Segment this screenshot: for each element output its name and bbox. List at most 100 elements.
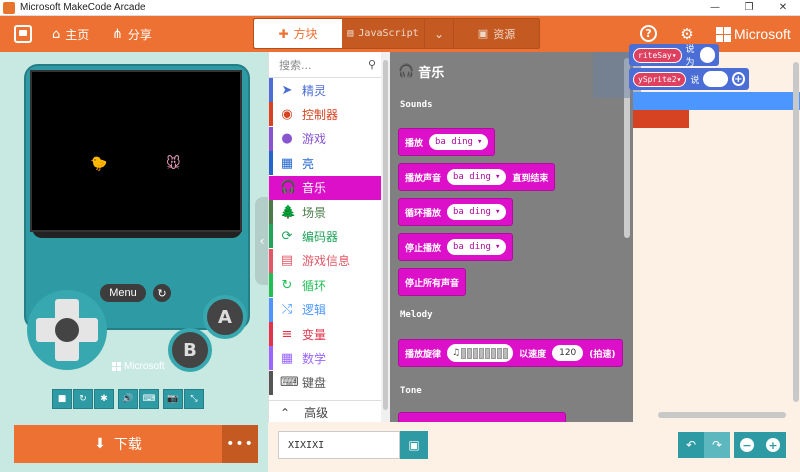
sound-dropdown[interactable]: ba ding ▾ bbox=[429, 134, 489, 150]
sound-dropdown[interactable]: ba ding ▾ bbox=[447, 204, 507, 220]
toolbox-category[interactable]: ⟳ 编码器 bbox=[269, 224, 382, 249]
share-label: 分享 bbox=[127, 27, 152, 42]
block-prefix: 停止所有声音 bbox=[405, 278, 460, 289]
toolbox-category[interactable]: ↻ 循环 bbox=[269, 273, 382, 298]
block-tone-partial[interactable] bbox=[398, 412, 566, 422]
save-button[interactable]: ▣ bbox=[400, 431, 428, 459]
app-icon bbox=[3, 1, 15, 14]
redo-button[interactable]: ↷ bbox=[704, 432, 730, 458]
category-color-bar bbox=[269, 297, 273, 322]
puzzle-icon: ✚ bbox=[278, 26, 289, 41]
more-options-button[interactable]: ••• bbox=[222, 425, 258, 463]
workspace-block-strip-red[interactable] bbox=[633, 110, 689, 128]
category-icon: ➤ bbox=[281, 82, 293, 98]
tab-javascript[interactable]: ▤ JavaScript bbox=[342, 19, 424, 48]
download-button[interactable]: ⬇ 下载 bbox=[14, 425, 222, 463]
settings-gear-icon[interactable]: ⚙ bbox=[677, 24, 697, 44]
home-button[interactable]: ⌂ 主页 bbox=[52, 16, 89, 52]
toolbox-scrollbar[interactable] bbox=[381, 52, 390, 422]
zoom-out-button[interactable]: − bbox=[734, 432, 760, 458]
toolbox-category[interactable]: ➤ 精灵 bbox=[269, 78, 382, 102]
sprite-variable-dropdown[interactable]: riteSay ▾ bbox=[633, 47, 682, 63]
workspace-horizontal-scrollbar[interactable] bbox=[658, 412, 786, 418]
language-dropdown-button[interactable]: ⌄ bbox=[424, 19, 454, 48]
maximize-button[interactable]: ❐ bbox=[732, 0, 766, 16]
zoom-in-button[interactable]: + bbox=[760, 432, 786, 458]
toolbox-category[interactable]: 🌲 场景 bbox=[269, 200, 382, 224]
category-label: 控制器 bbox=[302, 107, 339, 122]
toolbox-advanced[interactable]: ⌃ 高级 bbox=[269, 400, 382, 424]
close-button[interactable]: ✕ bbox=[766, 0, 800, 16]
tab-blocks[interactable]: ✚ 方块 bbox=[254, 19, 342, 48]
sound-dropdown-value: ba ding bbox=[453, 172, 491, 182]
workspace-block-say-1[interactable]: riteSay ▾ 说为 bbox=[629, 44, 719, 68]
toolbox-scroll-thumb[interactable] bbox=[383, 60, 388, 410]
sound-dropdown[interactable]: ba ding ▾ bbox=[447, 239, 507, 255]
microsoft-logo[interactable]: Microsoft bbox=[716, 26, 791, 42]
workspace-block-strip-blue[interactable] bbox=[633, 92, 800, 110]
keyboard-icon[interactable]: ⌨ bbox=[139, 389, 159, 409]
a-button[interactable]: A bbox=[203, 295, 247, 339]
tempo-input[interactable]: 120 bbox=[552, 345, 584, 361]
headphones-icon: 🎧 bbox=[398, 64, 415, 79]
help-icon[interactable]: ? bbox=[640, 25, 657, 42]
toolbox-category[interactable]: ⌨ 键盘 bbox=[269, 370, 382, 395]
code-icon: ▤ bbox=[347, 28, 354, 39]
text-input-oval[interactable] bbox=[699, 47, 715, 63]
sprite-variable-dropdown[interactable]: ySprite2 ▾ bbox=[633, 71, 687, 87]
blocks-workspace[interactable]: riteSay ▾ 说为 ySprite2 ▾ 说 + bbox=[593, 44, 800, 422]
console-reset-icon[interactable]: ↻ bbox=[153, 284, 171, 302]
zoom-out-icon: − bbox=[740, 438, 754, 452]
workspace-block-say-2[interactable]: ySprite2 ▾ 说 + bbox=[629, 68, 749, 90]
toolbox-search-input[interactable]: 搜索... ⚲ bbox=[269, 52, 382, 78]
console-menu-button[interactable]: Menu bbox=[100, 284, 146, 302]
block-stop-all-sounds[interactable]: 停止所有声音 bbox=[398, 268, 467, 296]
debug-icon[interactable]: ✱ bbox=[94, 389, 114, 409]
sprite-creature: 🐭 bbox=[166, 156, 181, 172]
text-input-oval[interactable] bbox=[703, 71, 728, 87]
block-play-sound-until-done[interactable]: 播放声音 ba ding ▾ 直到结束 bbox=[398, 163, 556, 191]
category-icon: ◉ bbox=[281, 106, 293, 122]
mute-icon[interactable]: 🔊 bbox=[118, 389, 138, 409]
undo-button[interactable]: ↶ bbox=[678, 432, 704, 458]
category-label: 编码器 bbox=[302, 229, 339, 244]
arcade-logo-icon[interactable] bbox=[14, 25, 32, 43]
b-button[interactable]: B bbox=[168, 328, 212, 372]
category-icon: ● bbox=[281, 131, 293, 147]
stop-icon[interactable]: ■ bbox=[52, 389, 72, 409]
tab-assets[interactable]: ▣ 资源 bbox=[454, 19, 539, 48]
screenshot-icon[interactable]: 📷 bbox=[163, 389, 183, 409]
melody-editor-field[interactable]: ♫ bbox=[447, 344, 514, 362]
share-button[interactable]: ⋔ 分享 bbox=[112, 16, 152, 52]
category-color-bar bbox=[269, 224, 273, 249]
block-loop-sound[interactable]: 循环播放 ba ding ▾ bbox=[398, 198, 514, 226]
category-icon: ▦ bbox=[280, 350, 294, 366]
tab-blocks-label: 方块 bbox=[293, 27, 318, 41]
chevron-left-icon: ‹ bbox=[259, 234, 265, 248]
project-name-input[interactable]: XIXIXI bbox=[278, 431, 400, 459]
caret-down-icon: ▾ bbox=[671, 50, 677, 60]
fullscreen-icon[interactable]: ⤡ bbox=[184, 389, 204, 409]
toolbox-category[interactable]: ▦ 数学 bbox=[269, 346, 382, 371]
block-play-melody[interactable]: 播放旋律 ♫ 以速度 120 (拍速) bbox=[398, 339, 623, 367]
toolbox-category[interactable]: 🎧 音乐 bbox=[269, 175, 382, 200]
workspace-vertical-scrollbar[interactable] bbox=[793, 62, 799, 402]
toolbox-category[interactable]: ◉ 控制器 bbox=[269, 102, 382, 127]
toolbox-category[interactable]: ● 游戏 bbox=[269, 126, 382, 151]
console-brand-text: Microsoft bbox=[124, 361, 165, 372]
minimize-button[interactable]: — bbox=[698, 0, 732, 16]
toolbox-category[interactable]: ≡ 变量 bbox=[269, 322, 382, 346]
flyout-title-label: 音乐 bbox=[418, 66, 445, 81]
toolbox-category[interactable]: ▤ 游戏信息 bbox=[269, 248, 382, 273]
restart-icon[interactable]: ↻ bbox=[73, 389, 93, 409]
category-icon: ↻ bbox=[281, 277, 293, 293]
block-stop-sound[interactable]: 停止播放 ba ding ▾ bbox=[398, 233, 514, 261]
category-icon: ▦ bbox=[280, 155, 294, 171]
add-argument-icon[interactable]: + bbox=[731, 72, 745, 86]
toolbox-category[interactable]: ⤭ 逻辑 bbox=[269, 297, 382, 322]
game-screen[interactable]: 🐤 🐭 bbox=[30, 70, 242, 232]
block-play-sound[interactable]: 播放 ba ding ▾ bbox=[398, 128, 496, 156]
sound-dropdown[interactable]: ba ding ▾ bbox=[447, 169, 507, 185]
toolbox-category[interactable]: ▦ 亮 bbox=[269, 151, 382, 176]
collapse-simulator-handle[interactable]: ‹ bbox=[255, 197, 269, 285]
